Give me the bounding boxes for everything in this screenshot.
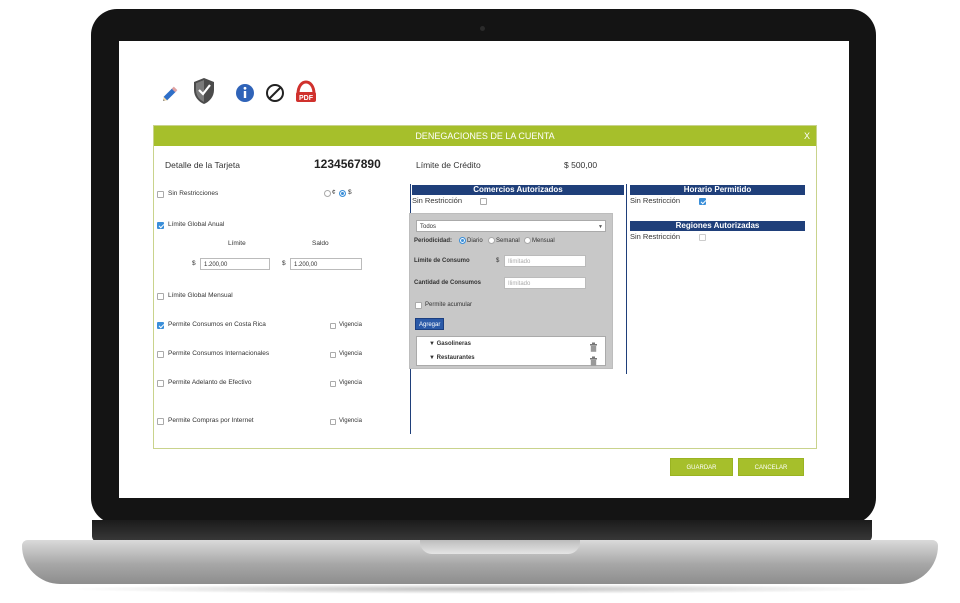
internet-vigencia-checkbox[interactable] (330, 419, 336, 425)
adelanto-vigencia-label: Vigencia (339, 380, 362, 386)
saldo-column-label: Saldo (312, 240, 329, 247)
comercios-list: ▼ Gasolineras ▼ Restaurantes (416, 336, 606, 366)
app-screen: PDF DENEGACIONES DE LA CUENTA X Detalle … (119, 41, 849, 498)
limite-global-mensual-checkbox[interactable] (157, 293, 164, 300)
horario-header: Horario Permitido (630, 185, 805, 195)
close-icon[interactable]: X (804, 126, 810, 146)
shield-check-icon[interactable] (191, 77, 217, 105)
laptop-notch (420, 540, 580, 554)
periodicidad-label: Periodicidad: (414, 238, 453, 244)
regiones-sin-restriccion-checkbox[interactable] (699, 234, 706, 241)
agregar-button[interactable]: Agregar (415, 318, 445, 330)
costa-rica-label: Permite Consumos en Costa Rica (168, 321, 266, 328)
column-divider (626, 184, 627, 374)
currency-dollar-radio[interactable] (339, 190, 346, 197)
diario-radio[interactable] (459, 237, 466, 244)
permite-acumular-checkbox[interactable] (415, 302, 422, 309)
limite-global-anual-label: Límite Global Anual (168, 221, 225, 228)
semanal-radio[interactable] (488, 237, 495, 244)
comercios-header: Comercios Autorizados (412, 185, 624, 195)
internacionales-checkbox[interactable] (157, 351, 164, 358)
diario-label: Diario (467, 238, 483, 244)
credit-limit-label: Límite de Crédito (416, 160, 481, 170)
panel-header: DENEGACIONES DE LA CUENTA X (154, 126, 816, 146)
comercios-detail-box: Todos ▼ Periodicidad: Diario Semanal Men… (409, 213, 613, 369)
card-label: Detalle de la Tarjeta (165, 160, 240, 170)
mensual-label: Mensual (532, 238, 555, 244)
internacionales-label: Permite Consumos Internacionales (168, 350, 270, 357)
comercios-sin-restriccion-checkbox[interactable] (480, 198, 487, 205)
info-icon[interactable] (233, 81, 257, 105)
limite-consumo-currency: $ (496, 258, 500, 264)
adelanto-vigencia-checkbox[interactable] (330, 381, 336, 387)
limite-column-label: Límite (228, 240, 246, 247)
permite-acumular-label: Permite acumular (425, 302, 473, 308)
saldo-currency: $ (282, 260, 286, 267)
chevron-down-icon: ▼ (598, 224, 603, 230)
cancelar-button[interactable]: CANCELAR (738, 458, 804, 476)
panel-title: DENEGACIONES DE LA CUENTA (415, 131, 555, 141)
sin-restricciones-label: Sin Restricciones (168, 190, 219, 197)
internet-label: Permite Compras por Internet (168, 417, 254, 424)
comercio-category-value: Todos (420, 224, 437, 230)
internet-vigencia-label: Vigencia (339, 418, 362, 424)
costa-rica-checkbox[interactable] (157, 322, 164, 329)
card-number: 1234567890 (314, 157, 381, 171)
laptop-hinge (92, 520, 872, 542)
currency-colon-radio[interactable] (324, 190, 331, 197)
adelanto-checkbox[interactable] (157, 380, 164, 387)
guardar-button[interactable]: GUARDAR (670, 458, 733, 476)
limite-global-anual-checkbox[interactable] (157, 222, 164, 229)
sin-restricciones-checkbox[interactable] (157, 191, 164, 198)
comercio-category-select[interactable]: Todos ▼ (416, 220, 606, 232)
horario-sin-restriccion-checkbox[interactable] (699, 198, 706, 205)
currency-dollar-label: $ (348, 189, 352, 196)
pencil-icon[interactable] (159, 81, 183, 105)
cantidad-consumos-label: Cantidad de Consumos (414, 280, 482, 286)
list-item[interactable]: ▼ Restaurantes (429, 355, 475, 361)
svg-text:PDF: PDF (299, 95, 314, 102)
currency-colon-label: ¢ (332, 189, 336, 196)
laptop-frame: PDF DENEGACIONES DE LA CUENTA X Detalle … (0, 0, 960, 603)
internet-checkbox[interactable] (157, 418, 164, 425)
trash-icon[interactable] (589, 353, 598, 371)
adelanto-label: Permite Adelanto de Efectivo (168, 379, 252, 386)
internacionales-vigencia-checkbox[interactable] (330, 352, 336, 358)
internacionales-vigencia-label: Vigencia (339, 351, 362, 357)
mensual-radio[interactable] (524, 237, 531, 244)
costa-rica-vigencia-label: Vigencia (339, 322, 362, 328)
regiones-header: Regiones Autorizadas (630, 221, 805, 231)
list-item[interactable]: ▼ Gasolineras (429, 341, 471, 347)
camera-icon (480, 26, 485, 31)
costa-rica-vigencia-checkbox[interactable] (330, 323, 336, 329)
semanal-label: Semanal (496, 238, 520, 244)
regiones-sin-restriccion-label: Sin Restricción (630, 232, 681, 241)
prohibited-icon[interactable] (263, 81, 287, 105)
pdf-icon[interactable]: PDF (293, 79, 319, 105)
credit-limit-value: $ 500,00 (564, 160, 598, 170)
limite-consumo-input[interactable]: Ilimitado (504, 255, 586, 267)
cantidad-consumos-input[interactable]: Ilimitado (504, 277, 586, 289)
limite-currency: $ (192, 260, 196, 267)
limite-consumo-label: Límite de Consumo (414, 258, 470, 264)
horario-sin-restriccion-label: Sin Restricción (630, 196, 681, 205)
saldo-input[interactable]: 1.200,00 (290, 258, 362, 270)
limite-input[interactable]: 1.200,00 (200, 258, 270, 270)
laptop-shadow (60, 584, 900, 594)
comercios-sin-restriccion-label: Sin Restricción (412, 196, 463, 205)
limite-global-mensual-label: Límite Global Mensual (168, 292, 233, 299)
